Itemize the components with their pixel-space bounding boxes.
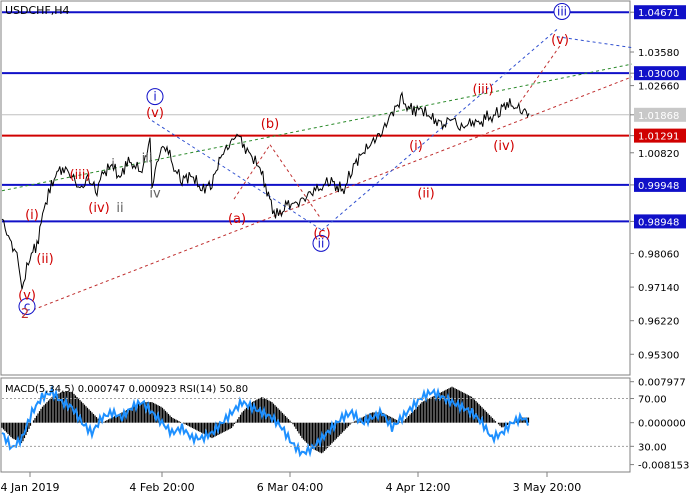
price-tick-label: 0.98060 bbox=[638, 250, 679, 261]
wave-label: (i) bbox=[409, 139, 423, 154]
time-axis: 4 Jan 2019 4 Feb 20:00 6 Mar 04:00 4 Apr 12… bbox=[1, 472, 581, 494]
wave-label: 2 bbox=[21, 307, 29, 322]
wave-label: i bbox=[111, 157, 115, 172]
price-tick-label: 1.03580 bbox=[638, 48, 679, 59]
time-tick-label: 4 Apr 12:00 bbox=[386, 481, 451, 494]
symbol-title: USDCHF,H4 bbox=[5, 4, 70, 17]
time-tick-label: 3 May 20:00 bbox=[513, 481, 581, 494]
price-tick-label: 0.97140 bbox=[638, 283, 679, 294]
price-tick-label: 0.99948 bbox=[638, 181, 679, 192]
wave-label: (c) bbox=[313, 226, 330, 241]
wave-label: iv bbox=[149, 186, 161, 201]
wave-label: iii bbox=[142, 152, 153, 167]
indicator-tick-label: 70.00 bbox=[638, 395, 667, 406]
time-tick-label: 4 Feb 20:00 bbox=[129, 481, 194, 494]
price-tick-label: 0.98948 bbox=[638, 217, 679, 228]
time-tick-label: 6 Mar 04:00 bbox=[257, 481, 323, 494]
wave-label: iii bbox=[557, 5, 567, 19]
price-tick-label: 0.96220 bbox=[638, 317, 679, 328]
price-tick-label: 0.95300 bbox=[638, 350, 679, 361]
time-tick-label: 4 Jan 2019 bbox=[1, 481, 60, 494]
wave-label: (i) bbox=[25, 208, 39, 223]
wave-label: (iii) bbox=[70, 168, 91, 183]
wave-label: (iv) bbox=[493, 139, 514, 154]
wave-label: (v) bbox=[551, 33, 569, 48]
indicator-tick-label: 0.000000 bbox=[638, 419, 686, 430]
wave-label: (b) bbox=[261, 117, 279, 132]
wave-label: (iii) bbox=[473, 82, 494, 97]
wave-label: (a) bbox=[228, 212, 246, 227]
price-tick-label: 1.00820 bbox=[638, 149, 679, 160]
wave-label: (ii) bbox=[417, 186, 434, 201]
wave-label: (iv) bbox=[88, 201, 109, 216]
indicator-tick-label: 30.00 bbox=[638, 442, 667, 453]
wave-label: (v) bbox=[18, 289, 36, 304]
indicator-tick-label: 0.007977 bbox=[638, 378, 686, 389]
wave-label: ii bbox=[116, 201, 123, 216]
price-tick-label: 1.01291 bbox=[638, 132, 679, 143]
wave-label: (v) bbox=[146, 106, 164, 121]
chart-canvas: iiiiiic2(v)(i)(ii)(iii)(iv) iii iiiiv(v)(a… bbox=[0, 0, 689, 494]
indicator-title: MACD(5,34,5) 0.000747 0.000923 RSI(14) 5… bbox=[5, 384, 248, 395]
wave-label: (ii) bbox=[36, 252, 53, 267]
price-tick-label: 1.04671 bbox=[638, 8, 679, 19]
wave-label: i bbox=[153, 90, 156, 104]
indicator-tick-label: -0.008153 bbox=[638, 461, 689, 472]
price-axis: 1.04671 1.03580 1.03000 1.02660 1.01868 1.012… bbox=[630, 5, 686, 361]
price-tick-label: 1.03000 bbox=[638, 69, 679, 80]
price-tick-label: 1.01868 bbox=[638, 111, 679, 122]
price-tick-label: 1.02660 bbox=[638, 82, 679, 93]
